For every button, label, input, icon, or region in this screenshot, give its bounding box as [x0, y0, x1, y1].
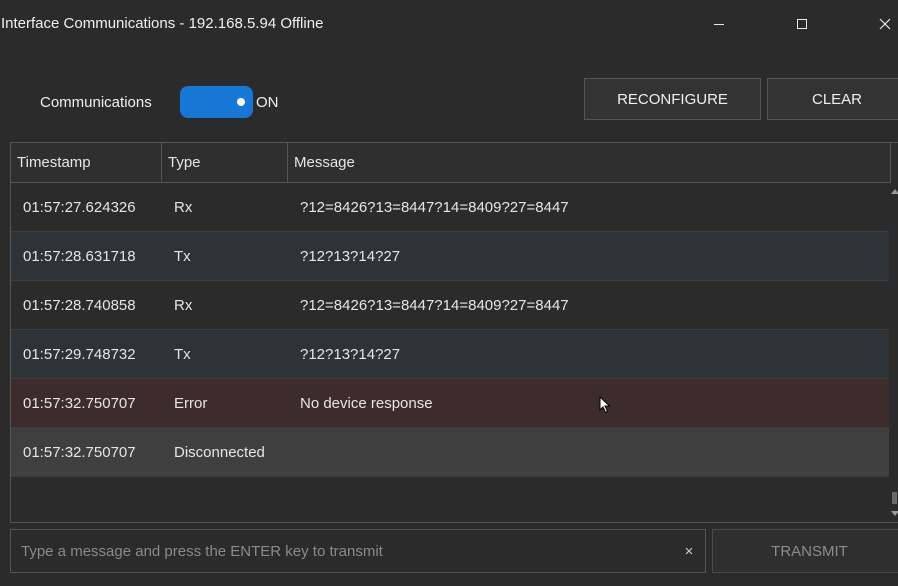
clear-input-icon[interactable]: × — [682, 542, 696, 560]
toggle-knob — [237, 98, 245, 106]
clear-button[interactable]: CLEAR — [767, 78, 898, 120]
reconfigure-button[interactable]: RECONFIGURE — [584, 78, 761, 120]
title-bar: Interface Communications - 192.168.5.94 … — [0, 0, 898, 48]
table-row-error[interactable]: 01:57:32.750707 Error No device response — [11, 379, 889, 428]
transmit-button[interactable]: TRANSMIT — [712, 529, 898, 573]
timestamp-cell: 01:57:29.748732 — [23, 345, 136, 363]
column-header-message[interactable]: Message — [288, 143, 891, 182]
mouse-cursor-icon — [599, 396, 611, 414]
message-input-container: × — [10, 529, 706, 573]
timestamp-cell: 01:57:28.631718 — [23, 247, 136, 265]
column-header-timestamp[interactable]: Timestamp — [11, 143, 162, 182]
table-row[interactable]: 01:57:28.631718 Tx ?12?13?14?27 — [11, 232, 889, 281]
table-header: Timestamp Type Message — [11, 143, 891, 183]
type-cell: Tx — [174, 345, 191, 363]
column-header-type[interactable]: Type — [162, 143, 288, 182]
vertical-scrollbar[interactable] — [889, 183, 898, 522]
scroll-thumb[interactable] — [892, 492, 897, 504]
window-title: Interface Communications - 192.168.5.94 … — [1, 15, 324, 32]
communications-log-table: Timestamp Type Message 01:57:27.624326 R… — [10, 142, 898, 523]
timestamp-cell: 01:57:32.750707 — [23, 394, 136, 412]
message-input[interactable] — [11, 530, 671, 572]
message-cell: ?12=8426?13=8447?14=8409?27=8447 — [300, 296, 569, 314]
scroll-up-icon[interactable] — [891, 189, 898, 194]
table-row-disconnected[interactable]: 01:57:32.750707 Disconnected — [11, 428, 889, 477]
type-cell: Rx — [174, 296, 193, 314]
message-cell: No device response — [300, 394, 433, 412]
type-cell: Tx — [174, 247, 191, 265]
table-row[interactable]: 01:57:29.748732 Tx ?12?13?14?27 — [11, 330, 889, 379]
timestamp-cell: 01:57:28.740858 — [23, 296, 136, 314]
timestamp-cell: 01:57:27.624326 — [23, 198, 136, 216]
message-cell: ?12=8426?13=8447?14=8409?27=8447 — [300, 198, 569, 216]
minimize-icon[interactable] — [704, 10, 734, 38]
type-cell: Disconnected — [174, 443, 265, 461]
scroll-down-icon[interactable] — [891, 511, 898, 516]
maximize-icon[interactable] — [787, 10, 817, 38]
communications-label: Communications — [40, 94, 152, 111]
type-cell: Rx — [174, 198, 193, 216]
close-icon[interactable] — [870, 10, 898, 38]
type-cell: Error — [174, 394, 208, 412]
table-row[interactable]: 01:57:28.740858 Rx ?12=8426?13=8447?14=8… — [11, 281, 889, 330]
communications-toggle[interactable] — [180, 86, 253, 118]
message-cell: ?12?13?14?27 — [300, 345, 401, 363]
table-row[interactable]: 01:57:27.624326 Rx ?12=8426?13=8447?14=8… — [11, 183, 889, 232]
timestamp-cell: 01:57:32.750707 — [23, 443, 136, 461]
table-body: 01:57:27.624326 Rx ?12=8426?13=8447?14=8… — [11, 183, 889, 477]
message-cell: ?12?13?14?27 — [300, 247, 401, 265]
communications-state-label: ON — [256, 94, 279, 111]
